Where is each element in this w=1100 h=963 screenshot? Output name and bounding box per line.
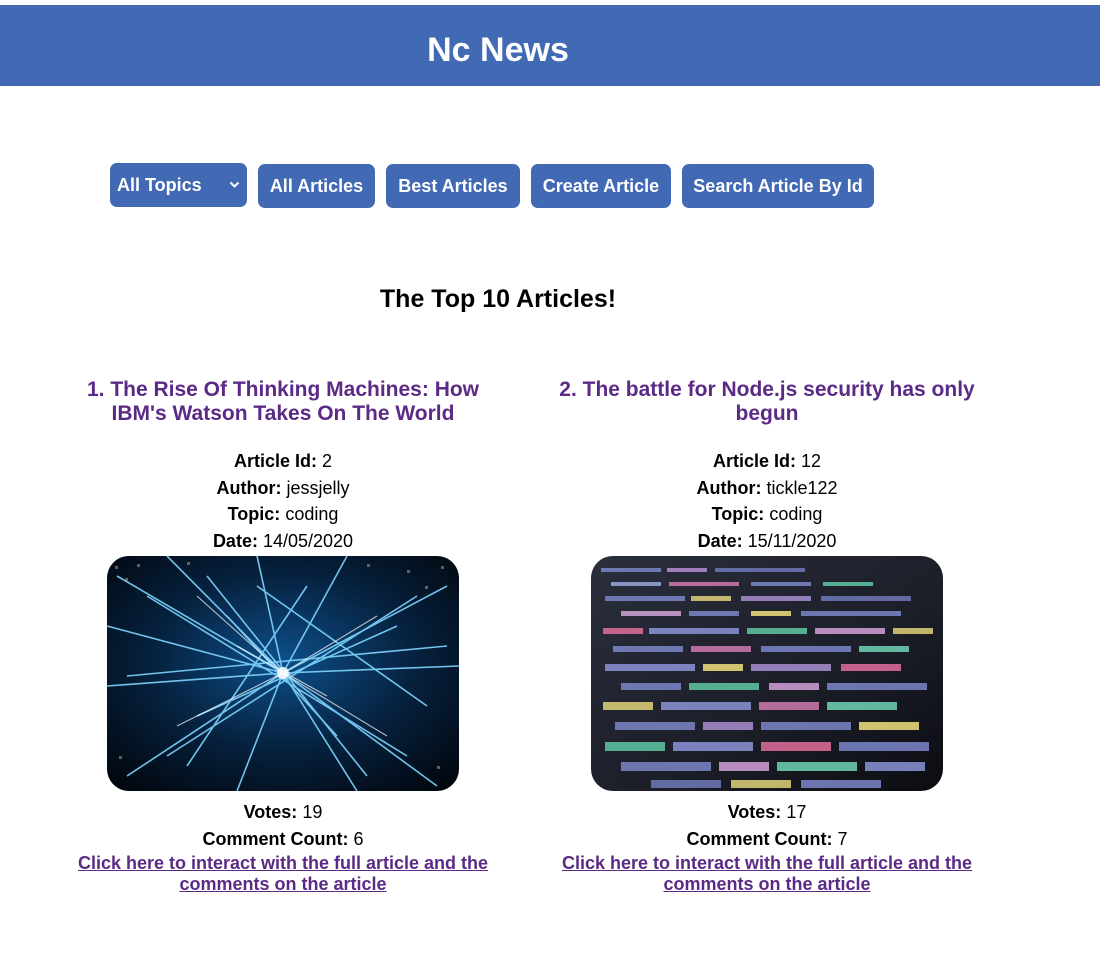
- topic-row: Topic: coding: [227, 504, 339, 524]
- article-image: [591, 556, 943, 791]
- topic-select[interactable]: All Topics: [110, 163, 247, 207]
- section-heading: The Top 10 Articles!: [379, 285, 617, 313]
- article-id-value: 2: [322, 451, 333, 471]
- article-stats: Votes: 19 Comment Count: 6: [73, 799, 493, 853]
- site-title: Nc News: [427, 31, 569, 69]
- article-card: 2. The battle for Node.js security has o…: [557, 378, 977, 895]
- article-card: 1. The Rise Of Thinking Machines: How IB…: [73, 378, 493, 895]
- search-article-by-id-button[interactable]: Search Article By Id: [682, 164, 874, 208]
- create-article-button[interactable]: Create Article: [531, 164, 671, 208]
- date-row: Date: 14/05/2020: [212, 530, 354, 551]
- topic-value: coding: [769, 504, 823, 524]
- article-id-row: Article Id: 2: [233, 451, 333, 471]
- topic-row: Topic: coding: [711, 504, 823, 524]
- article-id-row: Article Id: 12: [712, 451, 822, 471]
- page: Nc News All Topics All Articles Best Art…: [0, 0, 1100, 963]
- comment-count-row: Comment Count: 7: [686, 829, 848, 849]
- date-row: Date: 15/11/2020: [697, 530, 837, 551]
- comment-count-value: 7: [837, 829, 848, 849]
- full-article-link[interactable]: Click here to interact with the full art…: [73, 853, 493, 895]
- article-meta: Article Id: 12 Author: tickle122 Topic: …: [557, 448, 977, 554]
- article-image: [107, 556, 459, 791]
- all-articles-button[interactable]: All Articles: [258, 164, 375, 208]
- comment-count-row: Comment Count: 6: [202, 829, 364, 849]
- article-meta: Article Id: 2 Author: jessjelly Topic: c…: [73, 448, 493, 554]
- date-value: 14/05/2020: [262, 530, 354, 551]
- article-id-value: 12: [801, 451, 822, 471]
- votes-value: 19: [302, 802, 323, 822]
- topic-select-value: All Topics: [117, 175, 202, 195]
- author-row: Author: jessjelly: [216, 477, 350, 498]
- author-value: jessjelly: [286, 477, 350, 498]
- article-title: 1. The Rise Of Thinking Machines: How IB…: [86, 378, 480, 425]
- date-value: 15/11/2020: [747, 530, 837, 551]
- comment-count-value: 6: [353, 829, 364, 849]
- votes-row: Votes: 17: [727, 802, 807, 822]
- full-article-link[interactable]: Click here to interact with the full art…: [557, 853, 977, 895]
- article-stats: Votes: 17 Comment Count: 7: [557, 799, 977, 853]
- author-row: Author: tickle122: [696, 477, 838, 498]
- votes-value: 17: [786, 802, 807, 822]
- site-header: Nc News: [0, 5, 1100, 86]
- author-value: tickle122: [766, 477, 838, 498]
- article-title: 2. The battle for Node.js security has o…: [559, 378, 975, 425]
- topic-value: coding: [285, 504, 339, 524]
- chevron-down-icon: [229, 163, 240, 207]
- best-articles-button[interactable]: Best Articles: [386, 164, 520, 208]
- votes-row: Votes: 19: [243, 802, 323, 822]
